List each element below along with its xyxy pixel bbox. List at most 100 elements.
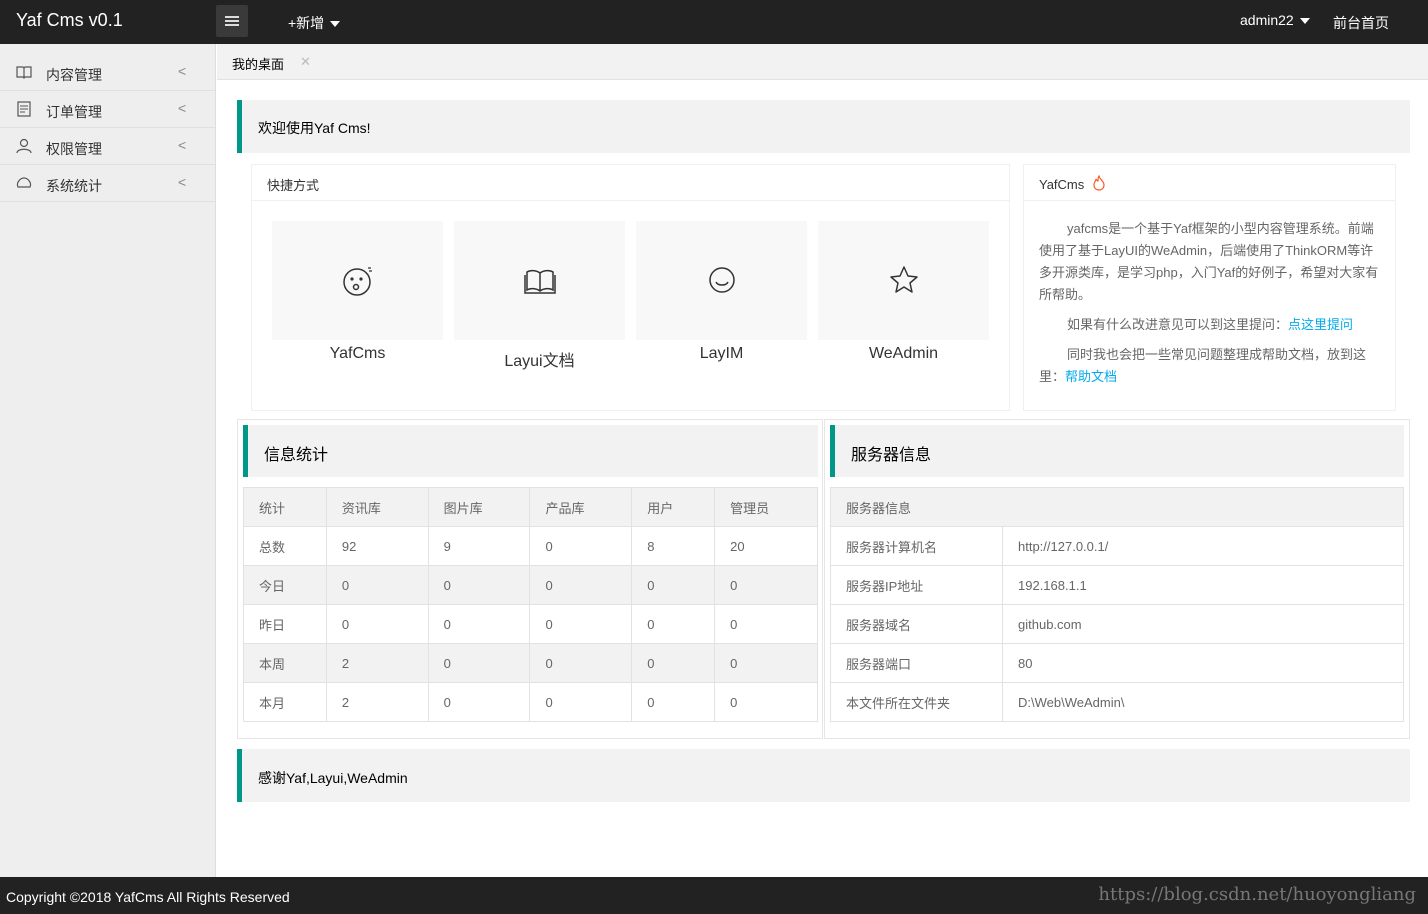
table-row: 服务器端口 80 (830, 643, 1404, 683)
table-cell: 服务器IP地址 (830, 565, 1003, 605)
table-cell: 2 (325, 682, 429, 722)
table-cell: 0 (631, 604, 716, 644)
app-logo[interactable]: Yaf Cms v0.1 (16, 10, 123, 31)
table-cell: 192.168.1.1 (1002, 565, 1404, 605)
ask-question-link[interactable]: 点这里提问 (1288, 317, 1353, 332)
username-label: admin22 (1240, 12, 1294, 28)
sidebar-item-permissions[interactable]: 权限管理 < (0, 128, 215, 165)
table-cell: 服务器端口 (830, 643, 1003, 683)
table-cell: 服务器域名 (830, 604, 1003, 644)
sidebar-item-label: 内容管理 (46, 67, 102, 83)
table-cell: 20 (714, 526, 818, 566)
close-icon[interactable]: ✕ (300, 54, 311, 70)
stats-title-text: 信息统计 (264, 447, 329, 464)
table-cell: 0 (714, 604, 818, 644)
table-cell: 9 (427, 526, 531, 566)
thanks-text: 感谢Yaf,Layui,WeAdmin (258, 770, 408, 786)
add-new-menu[interactable]: +新增 (288, 13, 341, 33)
book-open-icon (524, 269, 556, 294)
star-icon (890, 266, 918, 293)
chevron-left-icon: < (178, 100, 187, 116)
front-home-link[interactable]: 前台首页 (1333, 13, 1389, 33)
stats-table: 统计 资讯库 图片库 产品库 用户 管理员 总数 92 9 0 8 20 今日 0 0 0 0 0 … (243, 487, 818, 722)
sidebar-item-label: 订单管理 (46, 104, 102, 120)
sidebar-item-label: 系统统计 (46, 178, 102, 194)
about-paragraph: yafcms是一个基于Yaf框架的小型内容管理系统。前端使用了基于LayUI的W… (1039, 221, 1379, 302)
table-cell: 0 (427, 643, 531, 683)
table-cell: 0 (427, 565, 531, 605)
table-cell: 本月 (243, 682, 327, 722)
about-title-text: YafCms (1039, 177, 1085, 192)
table-row: 本月 2 0 0 0 0 (243, 682, 818, 722)
help-docs-link[interactable]: 帮助文档 (1065, 369, 1117, 384)
table-cell: 80 (1002, 643, 1404, 683)
chevron-left-icon: < (178, 137, 187, 153)
table-cell: 0 (529, 526, 633, 566)
stats-icon (16, 177, 32, 188)
table-cell: 本文件所在文件夹 (830, 682, 1003, 722)
table-cell: 0 (325, 604, 429, 644)
copyright-text: Copyright ©2018 YafCms All Rights Reserv… (6, 889, 290, 905)
table-row: 总数 92 9 0 8 20 (243, 526, 818, 566)
table-row: 服务器IP地址 192.168.1.1 (830, 565, 1404, 605)
add-new-label: +新增 (288, 15, 325, 31)
about-title: YafCms (1024, 165, 1395, 201)
table-cell: 0 (631, 643, 716, 683)
table-row: 本周 2 0 0 0 0 (243, 643, 818, 683)
table-cell: 总数 (243, 526, 327, 566)
server-title-text: 服务器信息 (851, 447, 932, 464)
table-cell: 0 (325, 565, 429, 605)
sidebar-item-content[interactable]: 内容管理 < (0, 54, 215, 91)
table-cell: 0 (631, 565, 716, 605)
table-cell: 0 (529, 682, 633, 722)
column-header: 图片库 (427, 487, 531, 527)
table-row: 服务器计算机名 http://127.0.0.1/ (830, 526, 1404, 566)
table-cell: 2 (325, 643, 429, 683)
shortcut-layim[interactable] (636, 221, 807, 340)
table-header-row: 统计 资讯库 图片库 产品库 用户 管理员 (243, 487, 818, 527)
user-menu[interactable]: admin22 (1240, 12, 1310, 28)
table-cell: 0 (427, 682, 531, 722)
shortcut-label[interactable]: LayIM (636, 345, 807, 363)
table-cell: http://127.0.0.1/ (1002, 526, 1404, 566)
fire-icon (1093, 174, 1105, 191)
shortcut-label[interactable]: YafCms (272, 345, 443, 363)
table-cell: 今日 (243, 565, 327, 605)
column-header: 服务器信息 (830, 487, 1404, 527)
shortcut-label[interactable]: Layui文档 (454, 347, 625, 371)
table-cell: 92 (325, 526, 429, 566)
hamburger-icon (225, 16, 239, 18)
table-cell: 0 (529, 604, 633, 644)
caret-down-icon (1299, 18, 1310, 25)
table-row: 本文件所在文件夹 D:\Web\WeAdmin\ (830, 682, 1404, 722)
shortcut-layui-docs[interactable] (454, 221, 625, 340)
about-paragraph-text: 如果有什么改进意见可以到这里提问： (1067, 317, 1289, 332)
sidebar-item-stats[interactable]: 系统统计 < (0, 165, 215, 202)
welcome-banner: 欢迎使用Yaf Cms! (237, 100, 1410, 153)
tab-my-desktop[interactable]: 我的桌面 (217, 44, 299, 80)
table-cell: 0 (714, 565, 818, 605)
server-table: 服务器信息 服务器计算机名 http://127.0.0.1/ 服务器IP地址 19… (830, 487, 1404, 722)
table-row: 昨日 0 0 0 0 0 (243, 604, 818, 644)
table-cell: 本周 (243, 643, 327, 683)
column-header: 资讯库 (325, 487, 429, 527)
column-header: 产品库 (529, 487, 633, 527)
menu-toggle-button[interactable] (216, 5, 248, 37)
sidebar-item-orders[interactable]: 订单管理 < (0, 91, 215, 128)
sidebar-item-label: 权限管理 (46, 141, 102, 157)
server-title: 服务器信息 (830, 425, 1404, 477)
chevron-left-icon: < (178, 63, 187, 79)
table-cell: 8 (631, 526, 716, 566)
top-navbar: Yaf Cms v0.1 +新增 admin22 前台首页 (0, 0, 1428, 44)
shortcut-weadmin[interactable] (818, 221, 989, 340)
surprised-face-icon (343, 267, 372, 296)
shortcut-label[interactable]: WeAdmin (818, 345, 989, 363)
table-row: 今日 0 0 0 0 0 (243, 565, 818, 605)
order-list-icon (17, 101, 31, 117)
watermark-text: https://blog.csdn.net/huoyongliang (1098, 884, 1416, 905)
caret-down-icon (330, 21, 341, 28)
column-header: 用户 (631, 487, 716, 527)
table-cell: 0 (714, 643, 818, 683)
shortcut-yafcms[interactable] (272, 221, 443, 340)
table-cell: 0 (529, 643, 633, 683)
